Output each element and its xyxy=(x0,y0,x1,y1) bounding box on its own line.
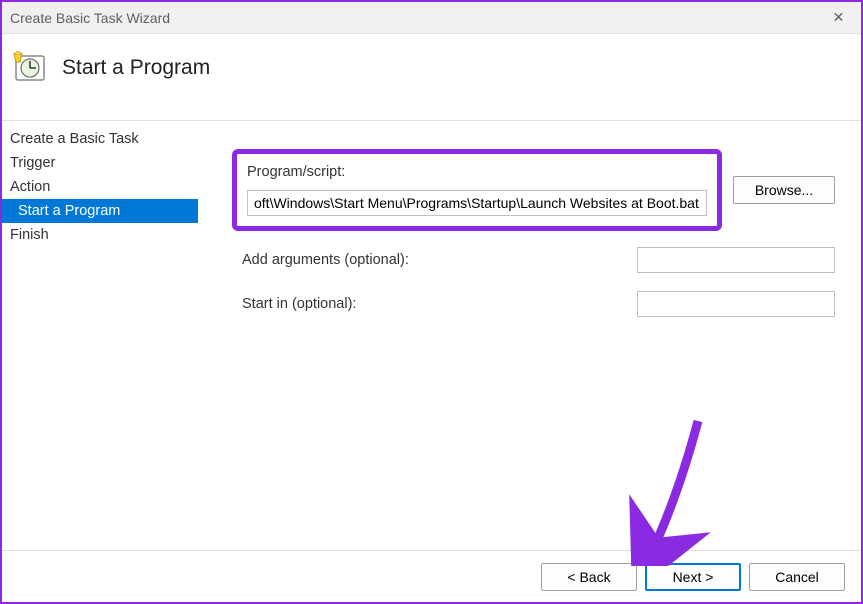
sidebar-item-action[interactable]: Action xyxy=(2,175,198,199)
page-title: Start a Program xyxy=(62,56,210,80)
next-button[interactable]: Next > xyxy=(645,563,741,591)
start-in-input[interactable] xyxy=(637,291,835,317)
program-script-input[interactable] xyxy=(247,190,707,216)
wizard-steps-sidebar: Create a Basic Task Trigger Action Start… xyxy=(2,121,198,545)
wizard-footer: < Back Next > Cancel xyxy=(2,550,861,602)
content-area: Create a Basic Task Trigger Action Start… xyxy=(2,121,861,545)
program-script-label: Program/script: xyxy=(247,164,707,180)
start-in-label: Start in (optional): xyxy=(242,296,452,312)
sidebar-item-start-a-program[interactable]: Start a Program xyxy=(2,199,198,223)
sidebar-item-create-basic-task[interactable]: Create a Basic Task xyxy=(2,127,198,151)
browse-button[interactable]: Browse... xyxy=(733,176,835,204)
window-title: Create Basic Task Wizard xyxy=(10,10,170,26)
program-script-highlight: Program/script: xyxy=(232,149,722,231)
close-button[interactable]: ✕ xyxy=(816,2,861,34)
sidebar-item-trigger[interactable]: Trigger xyxy=(2,151,198,175)
back-button[interactable]: < Back xyxy=(541,563,637,591)
add-arguments-label: Add arguments (optional): xyxy=(242,252,452,268)
add-arguments-input[interactable] xyxy=(637,247,835,273)
cancel-button[interactable]: Cancel xyxy=(749,563,845,591)
close-icon: ✕ xyxy=(833,9,845,26)
scheduler-icon xyxy=(12,50,48,86)
titlebar: Create Basic Task Wizard ✕ xyxy=(2,2,861,34)
form-panel: Program/script: Browse... Add arguments … xyxy=(198,121,861,545)
wizard-header: Start a Program xyxy=(2,34,861,121)
sidebar-item-finish[interactable]: Finish xyxy=(2,223,198,247)
